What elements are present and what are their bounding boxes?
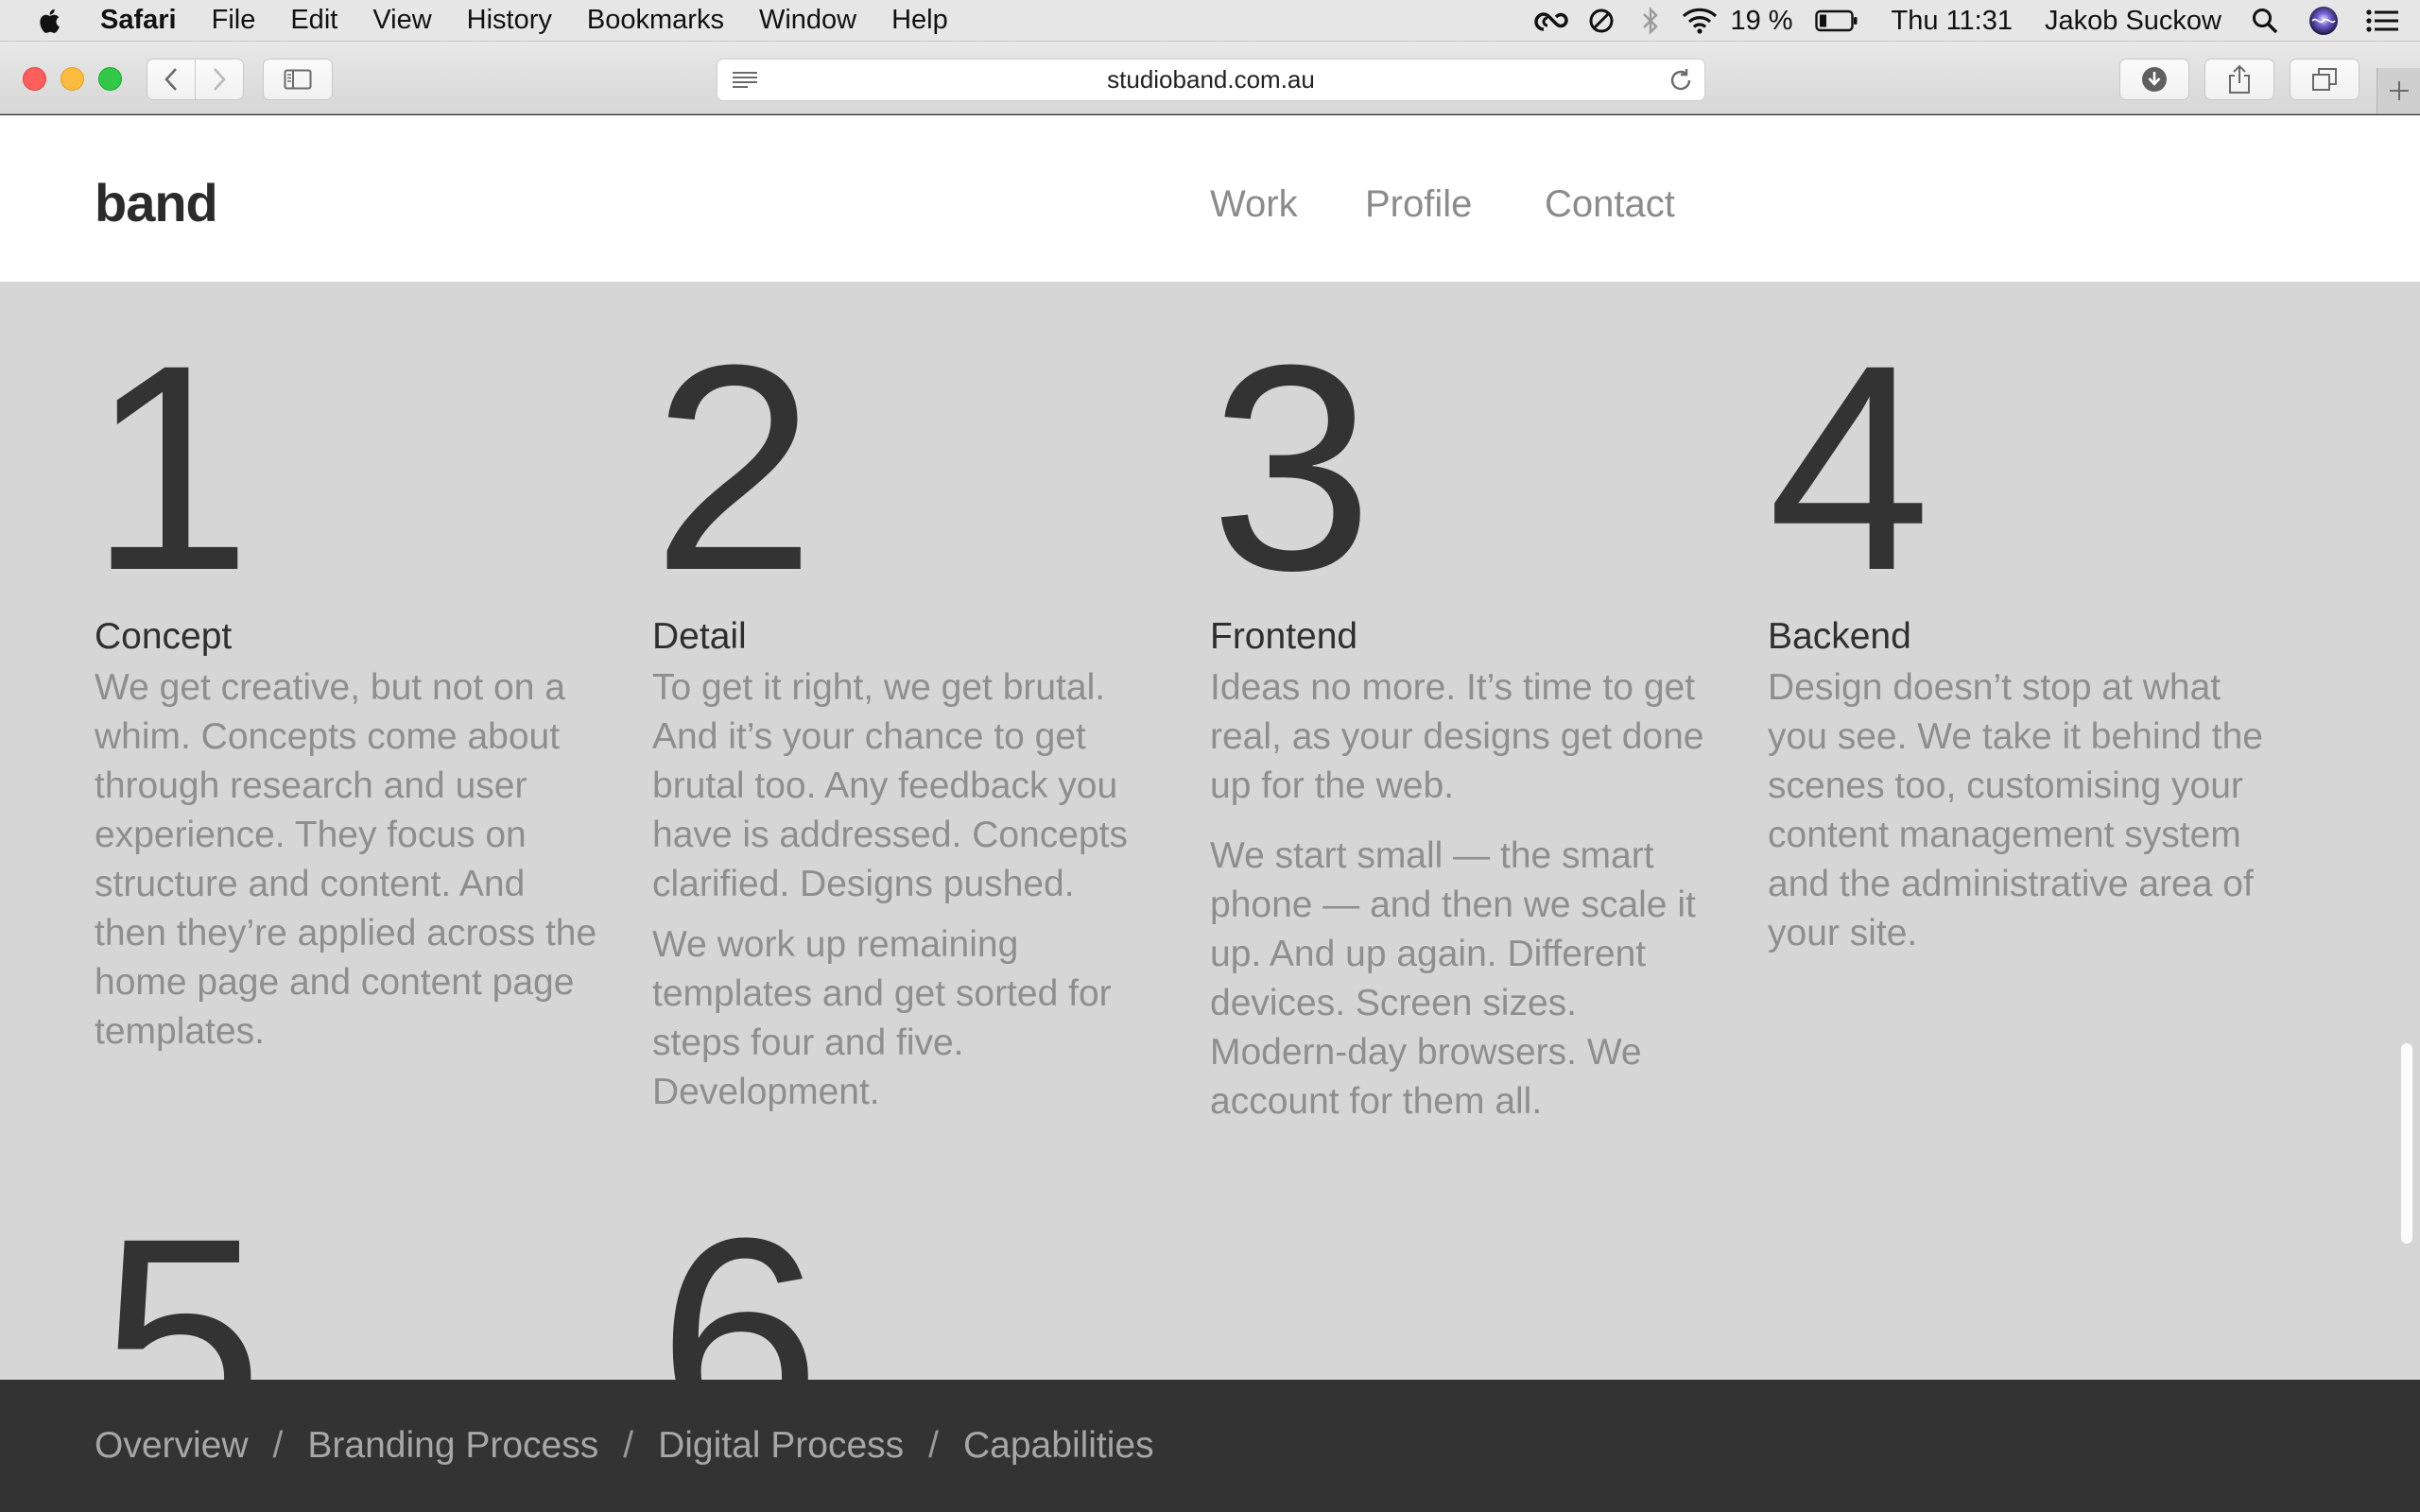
step-text: We work up remaining templates and get s… bbox=[652, 924, 1112, 1112]
siri-icon[interactable] bbox=[2305, 2, 2342, 40]
spotlight-search-icon[interactable] bbox=[2246, 2, 2284, 40]
wifi-icon[interactable] bbox=[1681, 2, 1719, 40]
menubar-clock[interactable]: Thu 11:31 bbox=[1892, 6, 2013, 37]
page-scrollbar[interactable] bbox=[2401, 1043, 2412, 1244]
menu-help[interactable]: Help bbox=[891, 5, 948, 36]
step-title: Backend bbox=[1768, 616, 1911, 657]
downloads-button[interactable] bbox=[2119, 59, 2189, 100]
breadcrumb-separator: / bbox=[623, 1425, 634, 1466]
step-title: Concept bbox=[95, 616, 233, 657]
section-nav-bar: Overview / Branding Process / Digital Pr… bbox=[0, 1380, 2420, 1512]
sidebar-toggle-button[interactable] bbox=[263, 59, 333, 100]
section-link-digital-process[interactable]: Digital Process bbox=[658, 1425, 904, 1467]
step-text: Design doesn’t stop at what you see. We … bbox=[1768, 667, 2263, 954]
forward-button[interactable] bbox=[195, 59, 244, 100]
section-link-overview[interactable]: Overview bbox=[95, 1425, 249, 1467]
step-text: Ideas no more. It’s time to get real, as… bbox=[1210, 667, 1704, 806]
window-fullscreen-button[interactable] bbox=[98, 67, 122, 91]
menu-history[interactable]: History bbox=[467, 5, 552, 36]
creative-cloud-icon[interactable] bbox=[1533, 2, 1571, 40]
nav-work[interactable]: Work bbox=[1210, 183, 1298, 226]
window-minimize-button[interactable] bbox=[60, 67, 84, 91]
reader-view-icon[interactable] bbox=[731, 69, 759, 92]
window-close-button[interactable] bbox=[23, 67, 46, 91]
chevron-left-icon bbox=[164, 68, 177, 91]
site-header: band Work Profile Contact bbox=[0, 115, 2420, 282]
section-link-branding-process[interactable]: Branding Process bbox=[307, 1425, 598, 1467]
menu-bar: Safari File Edit View History Bookmarks … bbox=[0, 0, 2420, 42]
bluetooth-icon[interactable] bbox=[1632, 2, 1669, 40]
nav-contact[interactable]: Contact bbox=[1545, 183, 1675, 226]
tab-overview-button[interactable] bbox=[2290, 59, 2360, 100]
breadcrumb-separator: / bbox=[928, 1425, 940, 1466]
menubar-user[interactable]: Jakob Suckow bbox=[2045, 6, 2221, 37]
step-title: Detail bbox=[652, 616, 747, 657]
share-button[interactable] bbox=[2204, 59, 2274, 100]
menu-bookmarks[interactable]: Bookmarks bbox=[587, 5, 724, 36]
browser-toolbar: studioband.com.au bbox=[0, 42, 2420, 114]
step-text: We start small — the smart phone — and t… bbox=[1210, 835, 1696, 1122]
battery-percentage: 19 % bbox=[1730, 5, 1793, 36]
download-icon bbox=[2142, 67, 2167, 92]
section-link-capabilities[interactable]: Capabilities bbox=[963, 1425, 1154, 1467]
menu-window[interactable]: Window bbox=[759, 5, 856, 36]
tabs-icon bbox=[2312, 68, 2337, 91]
web-page: band Work Profile Contact 1 Concept We g… bbox=[0, 115, 2420, 1512]
step-text: To get it right, we get brutal. And it’s… bbox=[652, 667, 1128, 904]
step-title: Frontend bbox=[1210, 616, 1358, 657]
step-number: 2 bbox=[652, 303, 816, 631]
plus-icon bbox=[2389, 81, 2409, 100]
new-tab-button[interactable] bbox=[2377, 68, 2420, 113]
address-url[interactable]: studioband.com.au bbox=[1107, 65, 1315, 94]
menu-file[interactable]: File bbox=[212, 5, 256, 36]
reload-icon[interactable] bbox=[1667, 66, 1695, 94]
back-button[interactable] bbox=[147, 59, 196, 100]
site-logo[interactable]: band bbox=[95, 172, 218, 233]
step-number: 1 bbox=[89, 303, 252, 631]
step-number: 4 bbox=[1768, 303, 1931, 631]
menu-view[interactable]: View bbox=[372, 5, 431, 36]
chevron-right-icon bbox=[214, 68, 226, 91]
do-not-disturb-icon[interactable] bbox=[1582, 2, 1620, 40]
apple-menu-icon[interactable] bbox=[38, 5, 66, 37]
menu-edit[interactable]: Edit bbox=[290, 5, 337, 36]
sidebar-icon bbox=[284, 69, 312, 90]
notification-center-icon[interactable] bbox=[2363, 2, 2401, 40]
share-icon bbox=[2229, 64, 2250, 94]
battery-icon[interactable] bbox=[1814, 2, 1859, 40]
breadcrumb-separator: / bbox=[272, 1425, 284, 1466]
step-text: We get creative, but not on a whim. Conc… bbox=[95, 667, 597, 1052]
nav-profile[interactable]: Profile bbox=[1365, 183, 1472, 226]
step-number: 3 bbox=[1210, 303, 1374, 631]
address-bar[interactable]: studioband.com.au bbox=[717, 59, 1705, 101]
menu-app-safari[interactable]: Safari bbox=[100, 5, 177, 36]
